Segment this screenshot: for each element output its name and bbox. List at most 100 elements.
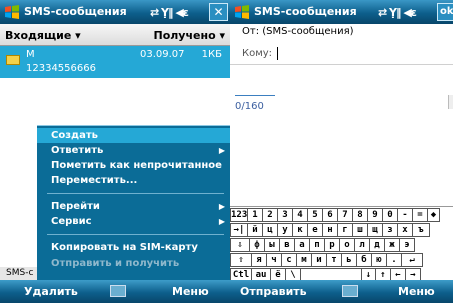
app-title: SMS-сообщения xyxy=(24,5,127,18)
title-bar: SMS-сообщения ⇄ Ỵ‖ ◀ε ✕ xyxy=(0,0,230,24)
key-char[interactable]: п xyxy=(309,238,325,252)
message-phone: 12334556666 xyxy=(26,63,96,74)
scrollbar[interactable] xyxy=(448,95,453,109)
key-char[interactable]: →| xyxy=(230,223,248,237)
softkey-bar: Отправить Меню xyxy=(230,280,453,303)
menu-item-copy-to-sim[interactable]: Копировать на SIM-карту xyxy=(49,240,230,255)
key-char[interactable]: ш xyxy=(352,223,368,237)
menu-item-label: Копировать на SIM-карту xyxy=(51,242,198,253)
delete-softkey[interactable]: Удалить xyxy=(24,285,78,298)
key-char[interactable]: я xyxy=(251,253,267,267)
menu-item-label: Ответить xyxy=(51,145,104,156)
key-char[interactable]: с xyxy=(281,253,297,267)
key-char[interactable]: ф xyxy=(249,238,265,252)
key-char[interactable]: 3 xyxy=(277,208,293,222)
key-char[interactable]: щ xyxy=(367,223,383,237)
key-char[interactable]: з xyxy=(382,223,398,237)
menu-softkey[interactable]: Меню xyxy=(172,285,209,298)
status-indicators[interactable]: ⇄ Ỵ‖ ◀ε xyxy=(150,6,189,19)
key-char[interactable]: 5 xyxy=(307,208,323,222)
key-char[interactable]: ю xyxy=(371,253,387,267)
compose-screen: SMS-сообщения ⇄ Ỵ‖ ◀ε ok От: (SMS-сообще… xyxy=(230,0,453,303)
key-char[interactable]: = xyxy=(412,208,428,222)
keyboard-icon[interactable] xyxy=(110,285,126,297)
key-char[interactable]: л xyxy=(354,238,370,252)
key-char[interactable]: у xyxy=(277,223,293,237)
key-char[interactable]: й xyxy=(247,223,263,237)
keyboard-row: ⇧ я ч с м и т ь б ю. ↵ xyxy=(230,252,453,267)
keyboard-row: 123 1 2 3 4 5 6 7 8 9 0- = ◆ xyxy=(230,207,453,222)
key-char[interactable]: э xyxy=(399,238,415,252)
key-char[interactable]: в xyxy=(279,238,295,252)
key-char[interactable]: 9 xyxy=(367,208,383,222)
key-char[interactable]: м xyxy=(296,253,312,267)
message-body-field[interactable] xyxy=(235,95,275,96)
keyboard-row: ⇩ ф ы в а п р о л д ж э xyxy=(230,237,453,252)
keyboard-icon[interactable] xyxy=(342,285,358,297)
menu-item-move[interactable]: Переместить... xyxy=(49,173,230,188)
key-char[interactable]: - xyxy=(397,208,413,222)
key-char[interactable]: 7 xyxy=(337,208,353,222)
key-char[interactable]: и xyxy=(311,253,327,267)
message-row[interactable]: M 03.09.07 1КБ 12334556666 xyxy=(0,46,230,78)
to-field[interactable]: Кому: xyxy=(230,44,453,63)
key-char[interactable]: ж xyxy=(384,238,400,252)
ok-button[interactable]: ok xyxy=(437,3,453,21)
windows-start-icon[interactable] xyxy=(4,4,20,20)
key-char[interactable]: 123 xyxy=(230,208,248,222)
key-char[interactable]: . xyxy=(386,253,402,267)
key-char[interactable]: ь xyxy=(341,253,357,267)
key-char[interactable]: н xyxy=(322,223,338,237)
menu-item-mark-unread[interactable]: Пометить как непрочитанное xyxy=(49,158,230,173)
app-title: SMS-сообщения xyxy=(254,5,357,18)
message-sender: M xyxy=(26,49,35,60)
key-char[interactable]: а xyxy=(294,238,310,252)
menu-item-send-receive: Отправить и получить xyxy=(49,256,230,271)
message-date: 03.09.07 xyxy=(140,49,185,60)
status-indicators[interactable]: ⇄ Ỵ‖ ◀ε xyxy=(378,6,417,19)
key-char[interactable]: ◆ xyxy=(427,208,440,222)
list-header: Входящие ▾ Получено ▾ xyxy=(0,24,230,46)
character-counter: 0/160 xyxy=(235,101,264,112)
context-menu: Создать Ответить ▶ Пометить как непрочита… xyxy=(37,125,230,280)
key-char[interactable]: 4 xyxy=(292,208,308,222)
key-char[interactable]: е xyxy=(307,223,323,237)
menu-item-label: Отправить и получить xyxy=(51,258,180,269)
key-char[interactable]: х xyxy=(397,223,413,237)
key-char[interactable]: 1 xyxy=(247,208,263,222)
message-size: 1КБ xyxy=(201,49,222,60)
key-char[interactable]: ч xyxy=(266,253,282,267)
key-char[interactable]: д xyxy=(369,238,385,252)
key-char[interactable]: о xyxy=(339,238,355,252)
menu-item-create[interactable]: Создать xyxy=(37,128,230,143)
key-char[interactable]: 6 xyxy=(322,208,338,222)
key-char[interactable]: ⇩ xyxy=(230,238,250,252)
key-char[interactable]: б xyxy=(356,253,372,267)
key-char[interactable]: р xyxy=(324,238,340,252)
key-char[interactable]: 2 xyxy=(262,208,278,222)
key-char[interactable]: ⇧ xyxy=(230,253,252,267)
key-char[interactable]: 0 xyxy=(382,208,398,222)
key-char[interactable]: ъ xyxy=(412,223,430,237)
menu-softkey[interactable]: Меню xyxy=(398,285,435,298)
key-char[interactable]: ы xyxy=(264,238,280,252)
key-char[interactable]: ц xyxy=(262,223,278,237)
windows-start-icon[interactable] xyxy=(234,4,250,20)
submenu-arrow-icon: ▶ xyxy=(218,217,225,226)
key-char[interactable]: г xyxy=(337,223,353,237)
key-char[interactable]: т xyxy=(326,253,342,267)
folder-dropdown[interactable]: Входящие ▾ xyxy=(5,29,81,42)
key-char[interactable]: ↵ xyxy=(401,253,423,267)
menu-item-tools[interactable]: Сервис ▶ xyxy=(49,214,230,229)
close-button[interactable]: ✕ xyxy=(209,3,228,21)
sort-dropdown[interactable]: Получено ▾ xyxy=(153,29,225,42)
submenu-arrow-icon: ▶ xyxy=(218,146,225,155)
key-char[interactable]: 8 xyxy=(352,208,368,222)
menu-item-go-to[interactable]: Перейти ▶ xyxy=(49,199,230,214)
menu-item-label: Пометить как непрочитанное xyxy=(51,160,222,171)
title-bar: SMS-сообщения ⇄ Ỵ‖ ◀ε ok xyxy=(230,0,453,24)
key-char[interactable]: к xyxy=(292,223,308,237)
send-softkey[interactable]: Отправить xyxy=(240,285,307,298)
menu-item-reply[interactable]: Ответить ▶ xyxy=(49,143,230,158)
envelope-icon xyxy=(6,55,20,65)
